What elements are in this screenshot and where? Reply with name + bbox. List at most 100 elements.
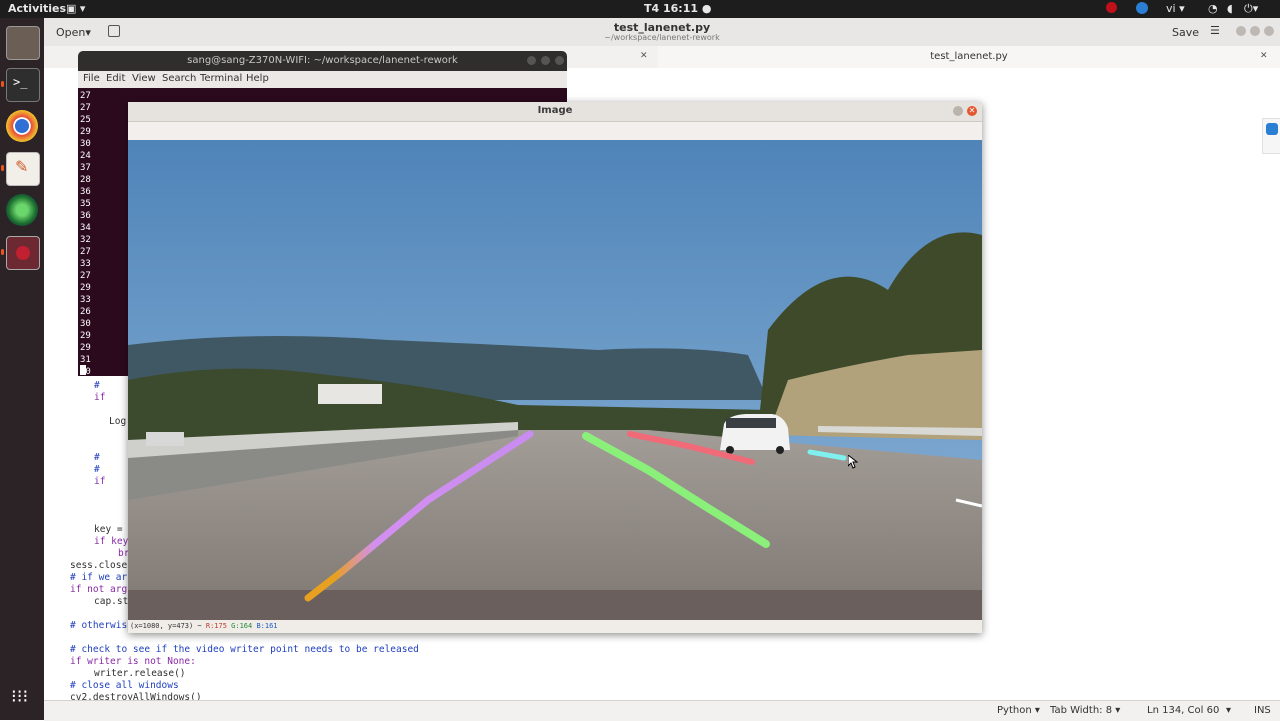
hamburger-menu-icon[interactable]: ☰ <box>1210 24 1220 37</box>
terminal-cursor <box>80 365 86 375</box>
terminal-line: 34 <box>80 223 91 233</box>
editor-active-indicator <box>1 165 4 171</box>
volume-icon[interactable]: ◖ <box>1227 2 1233 15</box>
tab-close-icon[interactable]: ✕ <box>640 51 648 61</box>
image-toolbar <box>128 122 982 140</box>
menu-file[interactable]: File <box>83 73 100 84</box>
terminal-titlebar[interactable]: sang@sang-Z370N-WIFI: ~/workspace/lanene… <box>78 51 567 71</box>
pixel-blue: B:161 <box>256 622 278 630</box>
terminal-line: 36 <box>80 211 91 221</box>
terminal-line: 27 <box>80 271 91 281</box>
tab-close-icon[interactable]: ✕ <box>1260 51 1268 61</box>
code-line: if writer is not None: <box>70 656 196 667</box>
pixel-coords: (x=1080, y=473) ~ <box>130 622 206 630</box>
terminal-line: 29 <box>80 127 91 137</box>
image-window-titlebar[interactable]: Image ✕ <box>128 102 982 122</box>
minimize-icon[interactable] <box>1236 26 1246 36</box>
tab-test-lanenet[interactable]: test_lanenet.py ✕ <box>658 46 1280 68</box>
position-dropdown-icon[interactable]: ▾ <box>1226 705 1231 716</box>
code-line: # <box>94 452 100 463</box>
terminal-maximize-icon[interactable] <box>541 56 550 65</box>
car-hood <box>128 590 982 620</box>
terminal-line: 27 <box>80 103 91 113</box>
pixel-info-bar: (x=1080, y=473) ~ R:175 G:164 B:161 <box>128 620 982 633</box>
top-panel: Activities ▣ ▾ T4 16:11 ● vi ▾ ◔ ◖ ⏻▾ <box>0 0 1280 18</box>
code-line: # check to see if the video writer point… <box>70 644 419 655</box>
code-line: if not arg <box>70 584 128 595</box>
wifi-icon[interactable]: ◔ <box>1208 2 1218 15</box>
image-window: Image ✕ (x=1080, y=473) ~ R:175 G:164 B:… <box>128 102 982 633</box>
terminal-line: 30 <box>80 319 91 329</box>
menu-view[interactable]: View <box>132 73 156 84</box>
terminal-line: 35 <box>80 199 91 209</box>
power-icon[interactable]: ⏻▾ <box>1244 2 1258 16</box>
cursor-position[interactable]: Ln 134, Col 60 <box>1147 705 1219 716</box>
close-window-icon[interactable] <box>1264 26 1274 36</box>
menu-edit[interactable]: Edit <box>106 73 125 84</box>
terminal-line: 29 <box>80 331 91 341</box>
files-icon[interactable] <box>6 26 40 60</box>
gedit-statusbar: Python ▾ Tab Width: 8 ▾ Ln 134, Col 60 ▾… <box>44 700 1280 721</box>
menu-search[interactable]: Search <box>162 73 196 84</box>
terminal-minimize-icon[interactable] <box>527 56 536 65</box>
record-indicator-icon[interactable] <box>1106 2 1117 16</box>
terminal-menubar: File Edit View Search Terminal Help <box>78 71 567 88</box>
image-minimize-icon[interactable] <box>953 106 963 116</box>
overpass-sign <box>318 384 382 404</box>
menu-terminal[interactable]: Terminal <box>200 73 242 84</box>
app-menu-icon[interactable]: ▣ ▾ <box>66 2 85 15</box>
gedit-headerbar: Open▾ test_lanenet.py ~/workspace/lanene… <box>44 18 1280 47</box>
code-line: # <box>94 380 100 391</box>
terminal-line: 29 <box>80 283 91 293</box>
terminal-line: 29 <box>80 343 91 353</box>
terminal-line: 27 <box>80 91 91 101</box>
image-viewer-dock-icon[interactable] <box>6 236 40 270</box>
chrome-icon[interactable] <box>6 110 38 142</box>
terminal-line: 28 <box>80 175 91 185</box>
maximize-icon[interactable] <box>1250 26 1260 36</box>
terminal-line: 36 <box>80 187 91 197</box>
show-applications-icon[interactable]: ⁝⁝⁝ <box>11 688 28 706</box>
tab-label: test_lanenet.py <box>930 51 1008 62</box>
menu-help[interactable]: Help <box>246 73 269 84</box>
tab-width-selector[interactable]: Tab Width: 8 ▾ <box>1050 705 1120 716</box>
terminal-dock-icon[interactable]: >_ <box>6 68 40 102</box>
activities-button[interactable]: Activities <box>8 2 66 15</box>
code-line: key = <box>94 524 123 535</box>
terminal-line: 33 <box>80 259 91 269</box>
pixel-red: R:175 <box>205 622 227 630</box>
pixel-readout: (x=1080, y=473) ~ R:175 G:164 B:161 <box>130 622 278 630</box>
code-line: sess.close <box>70 560 128 571</box>
code-line: # close all windows <box>70 680 179 691</box>
teamviewer-icon[interactable] <box>1266 123 1278 135</box>
teamviewer-side-panel[interactable] <box>1262 118 1280 154</box>
code-line: cap.st <box>94 596 129 607</box>
code-line: writer.release() <box>94 668 186 679</box>
clock[interactable]: T4 16:11 ● <box>644 2 711 15</box>
code-line: if key <box>94 536 129 547</box>
language-indicator[interactable]: vi ▾ <box>1166 2 1185 15</box>
code-line: if <box>94 392 106 403</box>
pixel-green: G:164 <box>231 622 253 630</box>
road-scene-image[interactable] <box>128 140 982 620</box>
terminal-line: 24 <box>80 151 91 161</box>
insert-mode: INS <box>1254 705 1271 716</box>
terminal-line: 26 <box>80 307 91 317</box>
mouse-cursor-icon <box>848 455 858 469</box>
text-editor-dock-icon[interactable]: ✎ <box>6 152 40 186</box>
image-active-indicator <box>1 249 4 255</box>
terminal-close-icon[interactable] <box>555 56 564 65</box>
terminal-line: 27 <box>80 247 91 257</box>
left-car <box>146 432 184 446</box>
terminal-line: 25 <box>80 115 91 125</box>
image-close-icon[interactable]: ✕ <box>967 106 977 116</box>
code-line: # <box>94 464 100 475</box>
globe-app-icon[interactable] <box>6 194 38 226</box>
code-line: # otherwis <box>70 620 128 631</box>
teamviewer-icon[interactable] <box>1136 2 1148 17</box>
terminal-line: 37 <box>80 163 91 173</box>
save-button[interactable]: Save <box>1172 26 1199 39</box>
dock: >_ ✎ ⁝⁝⁝ <box>0 18 44 720</box>
white-car <box>720 414 790 454</box>
language-selector[interactable]: Python ▾ <box>997 705 1040 716</box>
